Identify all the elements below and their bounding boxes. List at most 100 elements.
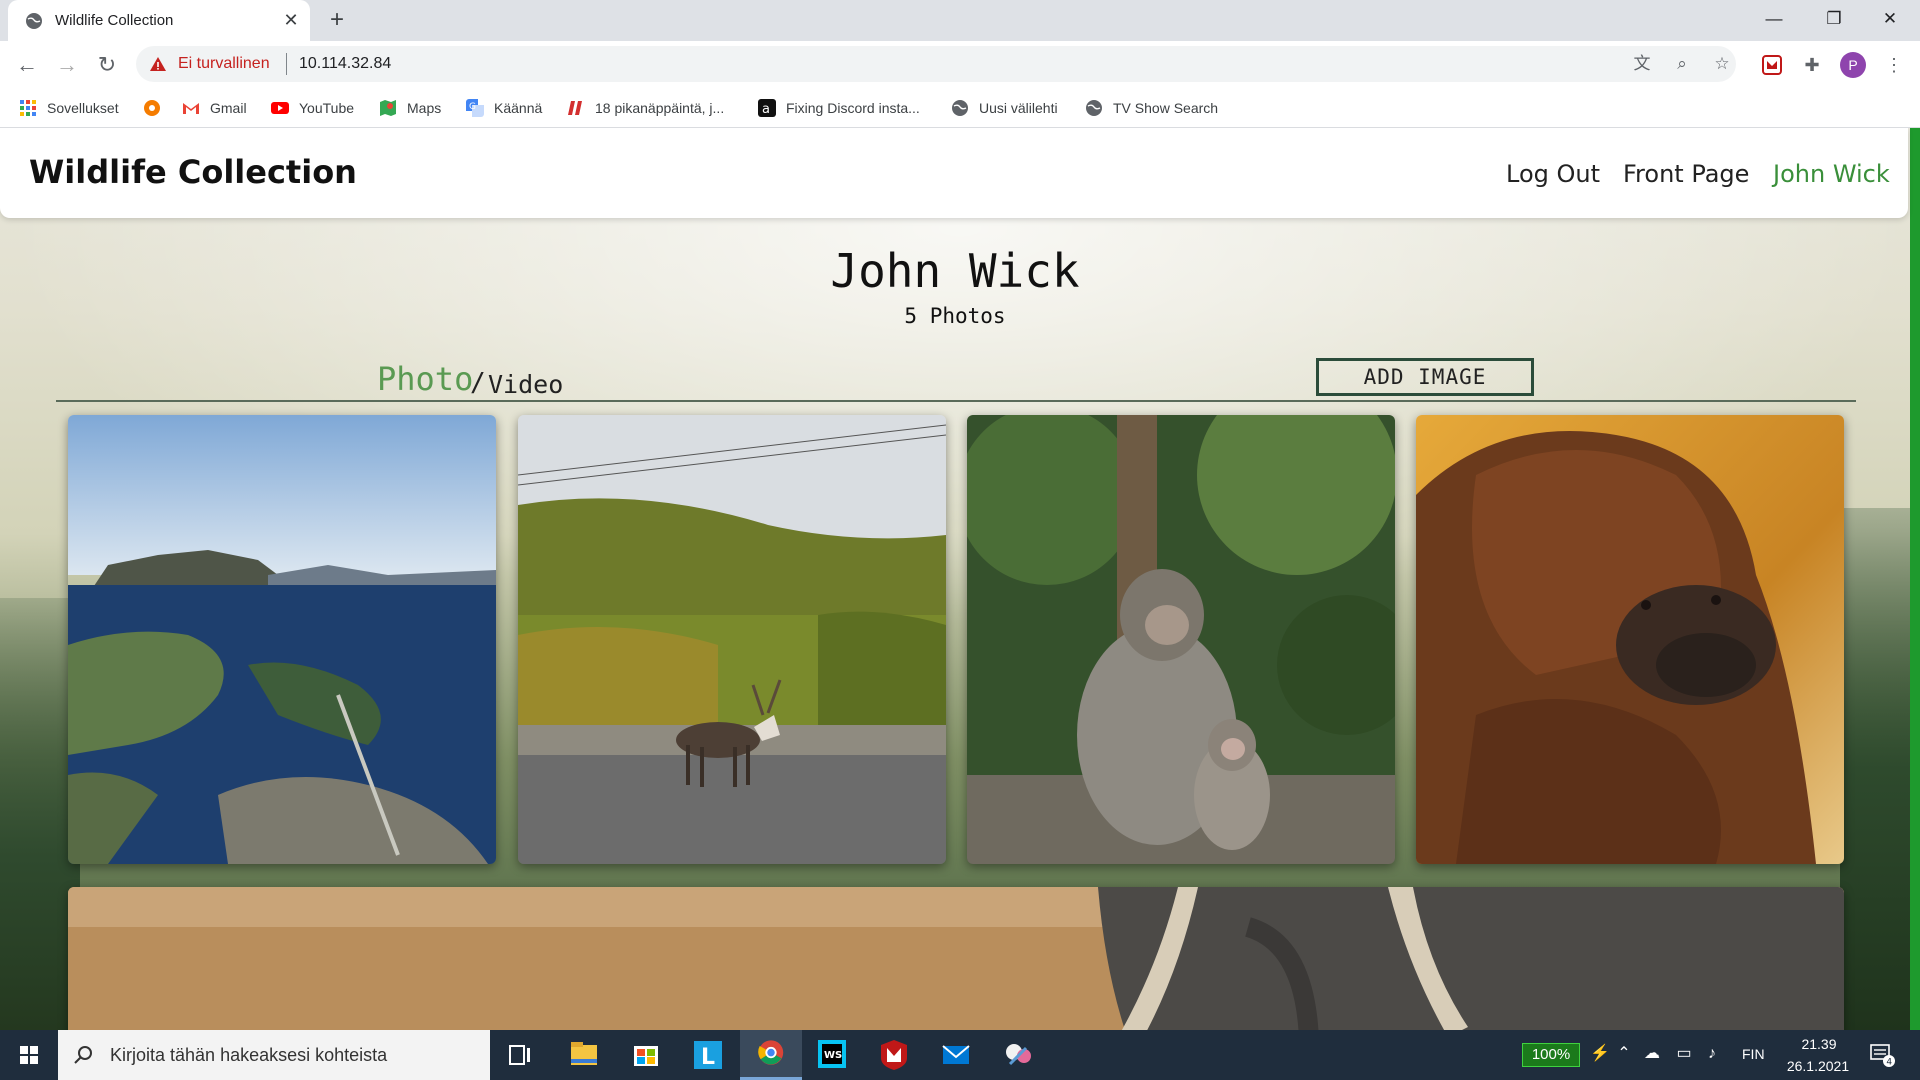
browser-tab[interactable]: Wildlife Collection ✕ — [8, 0, 310, 41]
mcafee-icon[interactable] — [868, 1030, 920, 1080]
warning-icon — [150, 57, 166, 71]
translate-icon: G — [466, 99, 484, 117]
back-button[interactable]: ← — [12, 50, 42, 80]
bookmark-apps[interactable]: Sovellukset — [19, 96, 119, 120]
menu-icon[interactable]: ⋮ — [1882, 53, 1906, 77]
reload-button[interactable]: ↻ — [92, 50, 122, 80]
bookmark-gmail[interactable]: Gmail — [182, 96, 247, 120]
profile-avatar[interactable]: P — [1840, 52, 1866, 78]
svg-text:WS: WS — [824, 1050, 842, 1061]
nav-log-out[interactable]: Log Out — [1506, 160, 1600, 188]
battery-indicator[interactable]: 100% — [1522, 1043, 1580, 1067]
network-icon[interactable]: ▭ — [1674, 1044, 1694, 1064]
bookmark-label: Sovellukset — [47, 100, 119, 116]
power-plug-icon[interactable]: ⚡ — [1590, 1044, 1610, 1064]
translate-icon[interactable]: 文 — [1630, 52, 1654, 76]
clock-time[interactable]: 21.39 — [1784, 1036, 1854, 1052]
bookmark-maps[interactable]: Maps — [379, 96, 441, 120]
apps-grid-icon — [20, 100, 36, 116]
forward-button[interactable]: → — [52, 50, 82, 80]
search-icon — [74, 1046, 92, 1064]
store-icon[interactable] — [620, 1030, 672, 1080]
browser-tab-strip: Wildlife Collection ✕ + — ❐ ✕ — [0, 0, 1920, 41]
bookmark-shortcuts[interactable]: 18 pikanäppäintä, j... — [567, 96, 724, 120]
bookmark-new-tab[interactable]: Uusi välilehti — [951, 96, 1058, 120]
address-bar[interactable]: Ei turvallinen 10.114.32.84 文 ⌕ ☆ — [136, 46, 1736, 82]
globe-icon — [1086, 100, 1102, 116]
svg-text:L: L — [701, 1045, 715, 1070]
forest-background-right — [1840, 508, 1920, 1030]
tab-photo[interactable]: Photo — [377, 360, 473, 398]
globe-icon — [26, 13, 42, 29]
profile-name: John Wick — [830, 244, 1080, 298]
gallery-photo[interactable] — [68, 887, 1844, 1030]
elephant-photo — [68, 887, 1844, 1030]
security-status[interactable]: Ei turvallinen — [178, 55, 270, 73]
clock-date[interactable]: 26.1.2021 — [1778, 1058, 1858, 1074]
site-header: Wildlife Collection Log Out Front Page J… — [0, 128, 1908, 218]
amazon-a-icon: a — [758, 99, 776, 117]
reindeer-photo — [518, 415, 946, 864]
nav-profile[interactable]: John Wick — [1773, 160, 1890, 188]
extensions-icon[interactable]: ✚ — [1800, 53, 1824, 77]
svg-text:G: G — [469, 102, 476, 112]
url-text[interactable]: 10.114.32.84 — [299, 55, 391, 73]
notification-icon[interactable]: 4 — [1868, 1042, 1896, 1068]
gallery-photo[interactable] — [68, 415, 496, 864]
minimize-button[interactable]: — — [1751, 0, 1797, 41]
bookmark-label: YouTube — [299, 100, 355, 116]
bookmark-tv-show[interactable]: TV Show Search — [1085, 96, 1218, 120]
nav-front-page[interactable]: Front Page — [1623, 160, 1749, 188]
bookmark-label: Fixing Discord insta... — [786, 100, 920, 116]
bookmark-label: Käännä — [494, 100, 543, 116]
bookmark-discord[interactable]: a Fixing Discord insta... — [758, 96, 920, 120]
cloud-icon[interactable]: ☁ — [1642, 1044, 1662, 1064]
section-divider — [56, 400, 1856, 402]
language-indicator[interactable]: FIN — [1742, 1046, 1765, 1062]
add-image-button[interactable]: ADD IMAGE — [1316, 358, 1534, 396]
new-tab-button[interactable]: + — [324, 8, 350, 34]
omnibox-divider — [286, 53, 287, 75]
bookmark-label: Maps — [407, 100, 442, 116]
zoom-icon[interactable]: ⌕ — [1670, 52, 1694, 76]
star-icon[interactable]: ☆ — [1710, 52, 1734, 76]
maximize-button[interactable]: ❐ — [1811, 0, 1857, 41]
chevron-up-icon[interactable]: ⌃ — [1614, 1044, 1634, 1064]
tab-title: Wildlife Collection — [55, 12, 174, 29]
youtube-icon — [271, 102, 289, 114]
close-window-button[interactable]: ✕ — [1867, 0, 1913, 41]
bookmark-label: 18 pikanäppäintä, j... — [595, 100, 725, 116]
page-viewport: Wildlife Collection Log Out Front Page J… — [0, 128, 1920, 1030]
bookmarks-bar: Sovellukset Gmail YouTube Maps G Käännä … — [0, 88, 1920, 128]
page-scrollbar[interactable] — [1910, 128, 1920, 1030]
file-explorer-icon[interactable] — [558, 1030, 610, 1080]
windows-taskbar: Kirjoita tähän hakeaksesi kohteista L WS… — [0, 1030, 1920, 1080]
gallery-photo[interactable] — [967, 415, 1395, 864]
gallery-photo[interactable] — [1416, 415, 1844, 864]
notification-count: 4 — [1886, 1058, 1892, 1068]
mail-icon[interactable] — [930, 1030, 982, 1080]
chrome-icon[interactable] — [740, 1030, 802, 1080]
orange-site-icon — [144, 100, 160, 116]
taskbar-search-box[interactable]: Kirjoita tähän hakeaksesi kohteista — [58, 1030, 490, 1080]
bookmark-label: TV Show Search — [1113, 100, 1219, 116]
mcafee-extension-icon[interactable] — [1760, 53, 1784, 77]
site-logo-title[interactable]: Wildlife Collection — [29, 153, 357, 191]
gallery-photo[interactable] — [518, 415, 946, 864]
bookmark-orange[interactable] — [143, 96, 171, 120]
macaque-photo — [967, 415, 1395, 864]
bookmark-youtube[interactable]: YouTube — [271, 96, 354, 120]
gorilla-photo — [1416, 415, 1844, 864]
maps-icon — [380, 100, 396, 116]
windows-start-icon[interactable] — [0, 1030, 58, 1080]
close-tab-icon[interactable]: ✕ — [280, 9, 302, 31]
l-app-icon[interactable]: L — [682, 1030, 734, 1080]
bookmark-translate[interactable]: G Käännä — [466, 96, 542, 120]
tab-video[interactable]: Video — [488, 370, 563, 399]
svg-text:a: a — [762, 102, 770, 117]
webstorm-icon[interactable]: WS — [806, 1030, 858, 1080]
bookmark-label: Gmail — [210, 100, 247, 116]
task-view-icon[interactable] — [494, 1030, 546, 1080]
snip-tool-icon[interactable] — [992, 1030, 1044, 1080]
volume-icon[interactable]: ♪ — [1702, 1044, 1722, 1064]
